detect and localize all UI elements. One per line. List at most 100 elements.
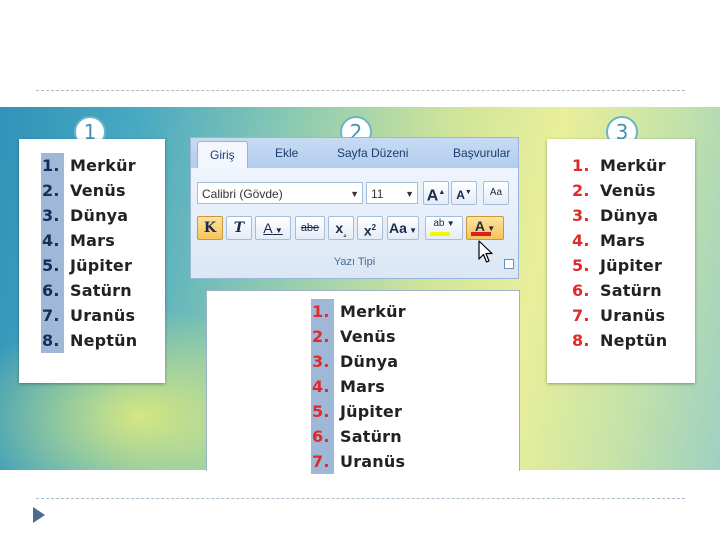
list-number: 2. <box>311 324 334 349</box>
list-number: 3. <box>41 203 64 228</box>
list-text: Satürn <box>70 281 132 300</box>
list-item: 3. Dünya <box>41 203 137 228</box>
planet-list-red-numbers: 1. Merkür 2. Venüs 3. Dünya 4. Mars 5. Jüpite… <box>571 153 667 353</box>
list-number: 7. <box>311 449 334 474</box>
list-number: 1. <box>41 153 64 178</box>
list-text: Jüpiter <box>600 256 663 275</box>
list-number: 1. <box>572 156 590 175</box>
clear-formatting-button[interactable]: Aa <box>483 181 509 205</box>
chevron-down-icon: ▼ <box>350 189 359 199</box>
list-text: Merkür <box>70 156 136 175</box>
list-item: 7. Uranüs <box>41 303 137 328</box>
underline-button[interactable]: A ▼ <box>255 216 291 240</box>
list-text: Uranüs <box>340 452 406 471</box>
tab-home[interactable]: Giriş <box>197 141 248 168</box>
list-text: Jüpiter <box>340 402 403 421</box>
list-text: Venüs <box>340 327 396 346</box>
bold-icon: K <box>203 220 217 236</box>
list-number: 5. <box>41 253 64 278</box>
list-item: 6. Satürn <box>571 278 667 303</box>
list-number: 7. <box>41 303 64 328</box>
right-list-panel: 1. Merkür 2. Venüs 3. Dünya 4. Mars 5. Jüpite… <box>547 139 695 383</box>
italic-icon: T <box>233 220 245 236</box>
font-name-select[interactable]: Calibri (Gövde) ▼ <box>197 182 363 204</box>
change-case-button[interactable]: Aa ▼ <box>387 216 419 240</box>
word-ribbon: Giriş Ekle Sayfa Düzeni Başvurular Calib… <box>190 137 519 279</box>
list-text: Venüs <box>70 181 126 200</box>
list-item: 5. Jüpiter <box>571 253 667 278</box>
text-highlight-button[interactable]: ab ▼ <box>425 216 463 240</box>
list-item: 1. Merkür <box>571 153 667 178</box>
strikethrough-icon: abe <box>300 222 320 234</box>
dialog-launcher-icon[interactable] <box>504 259 514 269</box>
list-item: 2. Venüs <box>41 178 137 203</box>
top-divider <box>36 90 685 91</box>
italic-button[interactable]: T <box>226 216 252 240</box>
bottom-divider <box>36 498 685 499</box>
list-item: 4. Mars <box>41 228 137 253</box>
font-color-bar <box>471 232 491 236</box>
strikethrough-button[interactable]: abe <box>295 216 325 240</box>
shrink-font-icon: A <box>456 188 465 202</box>
font-size-value: 11 <box>371 187 384 201</box>
list-number: 1. <box>311 299 334 324</box>
list-item: 6. Satürn <box>41 278 137 303</box>
list-number: 5. <box>311 399 334 424</box>
chevron-down-icon: ▼ <box>405 189 414 199</box>
list-item: 7. Uranüs <box>311 449 406 474</box>
bold-button[interactable]: K <box>197 216 223 240</box>
shrink-font-button[interactable]: A▼ <box>451 181 477 205</box>
grow-font-button[interactable]: A▲ <box>423 181 449 205</box>
list-number: 7. <box>572 306 590 325</box>
list-text: Dünya <box>340 352 399 371</box>
list-number: 4. <box>41 228 64 253</box>
tab-page-layout[interactable]: Sayfa Düzeni <box>337 146 408 160</box>
list-text: Neptün <box>70 331 138 350</box>
list-text: Merkür <box>340 302 406 321</box>
list-text: Uranüs <box>70 306 136 325</box>
list-item: 5. Jüpiter <box>311 399 406 424</box>
font-name-value: Calibri (Gövde) <box>202 187 283 201</box>
highlight-color-bar <box>430 232 450 236</box>
list-number: 4. <box>311 374 334 399</box>
list-text: Mars <box>70 231 115 250</box>
font-size-select[interactable]: 11 ▼ <box>366 182 418 204</box>
list-number: 6. <box>311 424 334 449</box>
list-item: 1. Merkür <box>41 153 137 178</box>
superscript-icon: x <box>363 222 372 239</box>
grow-font-icon: A <box>426 187 439 205</box>
list-item: 4. Mars <box>571 228 667 253</box>
left-list-panel: 1. Merkür 2. Venüs 3. Dünya 4. Mars 5. Jüpite… <box>19 139 165 383</box>
list-item: 3. Dünya <box>571 203 667 228</box>
list-item: 2. Venüs <box>571 178 667 203</box>
list-text: Dünya <box>600 206 659 225</box>
list-number: 8. <box>572 331 590 350</box>
font-group: Calibri (Gövde) ▼ 11 ▼ A▲ A▼ Aa K T A ▼ … <box>191 168 518 278</box>
list-item: 2. Venüs <box>311 324 406 349</box>
triangle-bullet-icon <box>33 507 45 523</box>
list-text: Venüs <box>600 181 656 200</box>
list-text: Uranüs <box>600 306 666 325</box>
list-number: 2. <box>41 178 64 203</box>
list-item: 4. Mars <box>311 374 406 399</box>
list-text: Mars <box>600 231 645 250</box>
list-number: 6. <box>572 281 590 300</box>
font-group-label: Yazı Tipi <box>333 256 376 268</box>
subscript-button[interactable]: x₂ <box>328 216 354 240</box>
list-text: Jüpiter <box>70 256 133 275</box>
list-text: Dünya <box>70 206 129 225</box>
font-color-button[interactable]: A ▼ <box>466 216 504 240</box>
tab-insert[interactable]: Ekle <box>275 146 298 160</box>
list-item: 8. Neptün <box>571 328 667 353</box>
list-item: 8. Neptün <box>41 328 137 353</box>
list-text: Merkür <box>600 156 666 175</box>
superscript-button[interactable]: x2 <box>357 216 383 240</box>
change-case-icon: Aa <box>388 220 407 236</box>
list-number: 3. <box>572 206 590 225</box>
tab-references[interactable]: Başvurular <box>453 146 510 160</box>
list-text: Mars <box>340 377 385 396</box>
list-text: Neptün <box>600 331 668 350</box>
highlighter-icon: ab <box>433 218 445 229</box>
list-item: 3. Dünya <box>311 349 406 374</box>
list-number: 6. <box>41 278 64 303</box>
